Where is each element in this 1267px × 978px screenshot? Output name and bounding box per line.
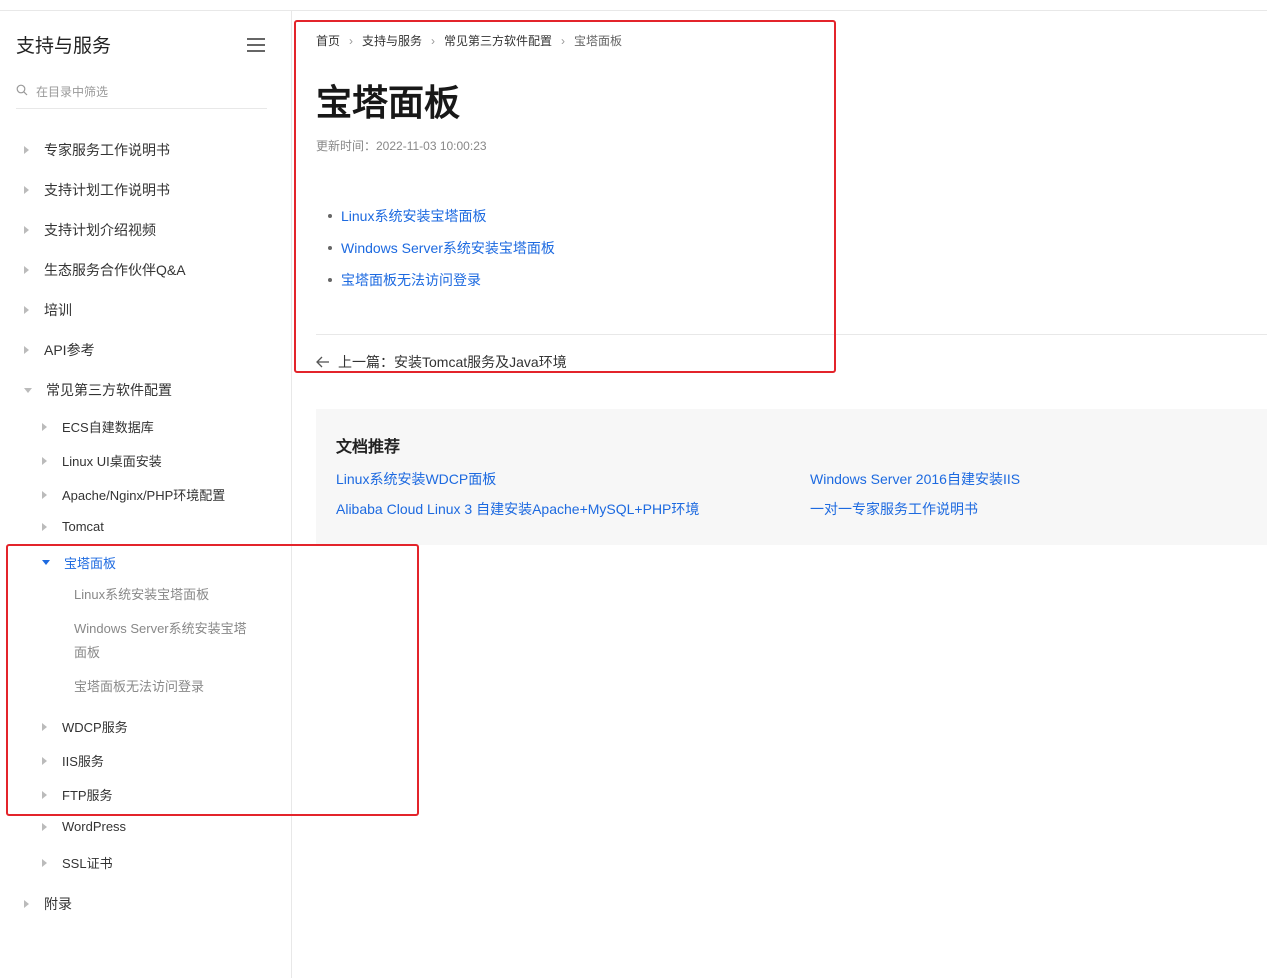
link-linux-baota[interactable]: Linux系统安装宝塔面板 — [328, 200, 555, 232]
toc-item-partner-qa[interactable]: 生态服务合作伙伴Q&A — [24, 260, 186, 280]
toc-leaf-linux-baota[interactable]: Linux系统安装宝塔面板 — [74, 583, 254, 607]
caret-right-icon — [24, 186, 29, 194]
caret-right-icon — [24, 306, 29, 314]
caret-right-icon — [24, 266, 29, 274]
recommend-link-wdcp[interactable]: Linux系统安装WDCP面板 — [336, 469, 496, 489]
caret-right-icon — [24, 146, 29, 154]
caret-right-icon — [24, 346, 29, 354]
caret-right-icon — [42, 490, 47, 499]
doc-recommend: 文档推荐 Linux系统安装WDCP面板 Windows Server 2016… — [316, 409, 1267, 545]
toc-item-support-plan[interactable]: 支持计划工作说明书 — [24, 180, 170, 200]
breadcrumb-support[interactable]: 支持与服务 — [362, 32, 422, 49]
recommend-title: 文档推荐 — [336, 439, 401, 456]
breadcrumb-home[interactable]: 首页 — [316, 32, 340, 49]
toc-item-expert-service[interactable]: 专家服务工作说明书 — [24, 140, 170, 160]
caret-right-icon — [42, 858, 47, 867]
link-windows-baota[interactable]: Windows Server系统安装宝塔面板 — [328, 232, 555, 264]
toc-item-appendix[interactable]: 附录 — [24, 894, 72, 914]
toc-subitem-linux-ui[interactable]: Linux UI桌面安装 — [42, 451, 162, 470]
toc-subitem-wordpress[interactable]: WordPress — [42, 819, 126, 834]
breadcrumb-third-party[interactable]: 常见第三方软件配置 — [444, 32, 552, 49]
menu-icon[interactable] — [247, 38, 265, 52]
toc-filter — [16, 79, 267, 109]
caret-right-icon — [24, 900, 29, 908]
caret-right-icon — [42, 790, 47, 799]
toc-subitem-ftp[interactable]: FTP服务 — [42, 785, 113, 804]
toc-subitem-iis[interactable]: IIS服务 — [42, 751, 104, 770]
breadcrumb-current: 宝塔面板 — [574, 34, 623, 48]
chevron-right-icon: › — [561, 33, 566, 48]
caret-right-icon — [24, 226, 29, 234]
annotation-box-content — [294, 20, 836, 373]
caret-right-icon — [42, 456, 47, 465]
breadcrumb: 首页 › 支持与服务 › 常见第三方软件配置 › 宝塔面板 — [316, 32, 622, 49]
toc-subitem-apache[interactable]: Apache/Nginx/PHP环境配置 — [42, 485, 225, 504]
toc-subitem-baota[interactable]: 宝塔面板 — [42, 553, 116, 572]
link-baota-login[interactable]: 宝塔面板无法访问登录 — [328, 264, 555, 296]
caret-right-icon — [42, 522, 47, 531]
toc-subitem-ecs-db[interactable]: ECS自建数据库 — [42, 417, 154, 436]
toc-subitem-wdcp[interactable]: WDCP服务 — [42, 717, 128, 736]
toc-leaf-windows-baota[interactable]: Windows Server系统安装宝塔面板 — [74, 617, 254, 665]
toc-item-plan-video[interactable]: 支持计划介绍视频 — [24, 220, 156, 240]
child-links: Linux系统安装宝塔面板 Windows Server系统安装宝塔面板 宝塔面… — [328, 200, 555, 296]
updated-time: 更新时间：2022-11-03 10:00:23 — [316, 139, 487, 153]
prev-article-link[interactable]: 上一篇：安装Tomcat服务及Java环境 — [316, 352, 567, 372]
recommend-link-expert[interactable]: 一对一专家服务工作说明书 — [810, 499, 978, 519]
caret-right-icon — [42, 756, 47, 765]
caret-right-icon — [42, 722, 47, 731]
toc-subitem-tomcat[interactable]: Tomcat — [42, 519, 104, 534]
recommend-link-iis[interactable]: Windows Server 2016自建安装IIS — [810, 469, 1020, 489]
prev-article-label: 上一篇：安装Tomcat服务及Java环境 — [338, 354, 567, 370]
caret-right-icon — [42, 422, 47, 431]
toc-subitem-ssl[interactable]: SSL证书 — [42, 853, 113, 872]
recommend-link-alinux[interactable]: Alibaba Cloud Linux 3 自建安装Apache+MySQL+P… — [336, 499, 699, 519]
toc-item-third-party[interactable]: 常见第三方软件配置 — [24, 380, 172, 400]
caret-down-icon — [42, 560, 50, 565]
chevron-right-icon: › — [349, 33, 354, 48]
search-icon — [16, 84, 28, 96]
toc-item-training[interactable]: 培训 — [24, 300, 72, 320]
arrow-left-icon — [316, 356, 329, 368]
chevron-right-icon: › — [431, 33, 436, 48]
toc-filter-input[interactable] — [36, 81, 256, 103]
caret-right-icon — [42, 822, 47, 831]
content-divider — [316, 334, 1267, 335]
sidebar-title: 支持与服务 — [16, 36, 112, 57]
caret-down-icon — [24, 387, 32, 393]
toc-leaf-baota-login[interactable]: 宝塔面板无法访问登录 — [74, 675, 254, 699]
sidebar-toc: 支持与服务 专家服务工作说明书 支持计划工作说明书 支持计划介绍视频 生态服务合… — [0, 11, 292, 978]
toc-item-api[interactable]: API参考 — [24, 340, 95, 360]
page-title: 宝塔面板 — [316, 82, 461, 123]
